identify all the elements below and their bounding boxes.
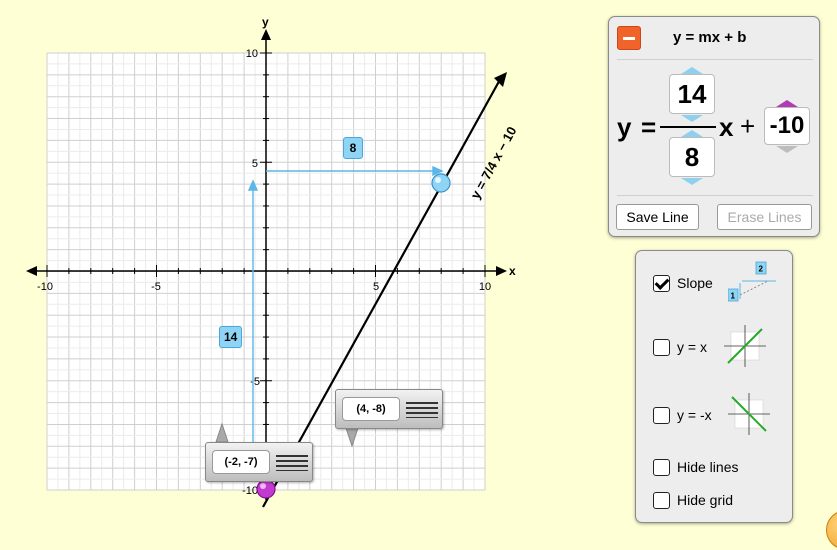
y-equals-neg-x-label[interactable]: y = -x [677, 407, 712, 423]
slope-handle-highlight [435, 177, 441, 183]
point-coordinates: (-2, -7) [212, 450, 270, 474]
rise-up-arrow-icon[interactable] [681, 67, 703, 74]
divider [617, 195, 813, 196]
erase-lines-button[interactable]: Erase Lines [717, 204, 812, 230]
thumb-run-label: 2 [759, 265, 764, 274]
equation-x-symbol: x [719, 112, 734, 142]
slope-option-label[interactable]: Slope [677, 275, 713, 291]
divider [617, 59, 813, 60]
fraction-bar [660, 126, 716, 128]
save-line-button[interactable]: Save Line [616, 204, 699, 230]
y-tick-label: 10 [246, 48, 258, 60]
rise-badge: 14 [219, 326, 243, 348]
y-equals-x-thumbnail-icon [724, 325, 766, 367]
point-coordinates: (4, -8) [342, 397, 400, 421]
equation-form-title: y = mx + b [673, 29, 747, 46]
intercept-down-arrow-icon[interactable] [776, 146, 798, 153]
reset-button[interactable] [826, 510, 837, 550]
rise-input[interactable]: 14 [669, 74, 715, 114]
options-panel: Slope 2 1 y = x y = -x Hide lines Hide g… [635, 250, 793, 523]
x-tick-label: -10 [37, 281, 53, 293]
y-axis-up-arrow-icon [261, 29, 271, 40]
x-tick-label: 10 [479, 281, 491, 293]
point-tag-b[interactable]: (4, -8) [335, 389, 443, 429]
intercept-handle[interactable] [256, 479, 276, 499]
minus-icon[interactable] [617, 26, 641, 50]
intercept-input[interactable]: -10 [764, 107, 810, 145]
x-tick-label: 5 [373, 281, 379, 293]
slope-handle[interactable] [431, 173, 451, 193]
thumb-rise-label: 1 [731, 292, 736, 301]
y-equals-neg-x-thumbnail-icon [728, 393, 770, 435]
hide-lines-label[interactable]: Hide lines [677, 459, 738, 475]
run-up-arrow-icon[interactable] [681, 130, 703, 137]
rise-down-arrow-icon[interactable] [681, 115, 703, 122]
point-tag-a[interactable]: (-2, -7) [205, 442, 313, 482]
intercept-up-arrow-icon[interactable] [776, 100, 798, 107]
x-axis-label: x [509, 264, 516, 278]
hide-grid-checkbox[interactable] [653, 492, 670, 509]
intercept-handle-highlight [260, 483, 266, 489]
y-tick-label: -5 [250, 376, 260, 388]
drag-grip-icon[interactable] [276, 455, 308, 471]
run-input[interactable]: 8 [669, 137, 715, 177]
y-axis-label: y [262, 15, 269, 29]
run-badge: 8 [343, 137, 363, 159]
y-equals-x-label[interactable]: y = x [677, 339, 707, 355]
x-axis-right-arrow-icon [496, 266, 507, 276]
equation-y-symbol: y [617, 112, 632, 142]
x-axis-left-arrow-icon [26, 266, 37, 276]
slope-thumbnail-icon: 2 1 [728, 261, 776, 302]
y-equals-neg-x-checkbox[interactable] [653, 407, 670, 424]
hide-lines-checkbox[interactable] [653, 459, 670, 476]
y-tick-label: 5 [252, 158, 258, 170]
y-tick-label: -10 [242, 485, 258, 497]
x-tick-label: -5 [151, 281, 161, 293]
run-down-arrow-icon[interactable] [681, 178, 703, 185]
equation-plus: + [740, 111, 756, 141]
slope-checkbox[interactable] [653, 275, 670, 292]
hide-grid-label[interactable]: Hide grid [677, 492, 733, 508]
drag-grip-icon[interactable] [406, 402, 438, 418]
y-equals-x-checkbox[interactable] [653, 339, 670, 356]
equation-equals: = [641, 112, 657, 142]
